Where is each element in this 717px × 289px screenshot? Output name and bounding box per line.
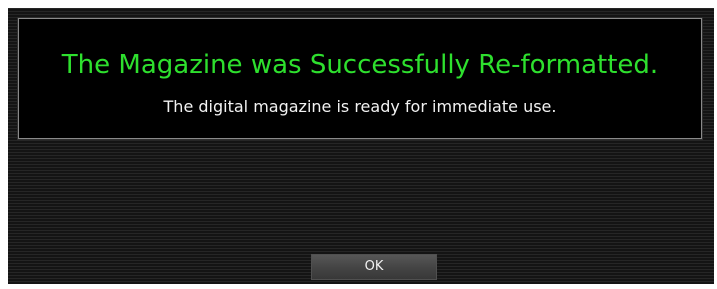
ok-button[interactable]: OK: [311, 254, 437, 280]
format-complete-dialog: The Magazine was Successfully Re-formatt…: [8, 8, 714, 284]
dialog-message: The digital magazine is ready for immedi…: [163, 97, 557, 116]
message-panel: The Magazine was Successfully Re-formatt…: [18, 18, 702, 139]
dialog-title: The Magazine was Successfully Re-formatt…: [61, 50, 659, 80]
